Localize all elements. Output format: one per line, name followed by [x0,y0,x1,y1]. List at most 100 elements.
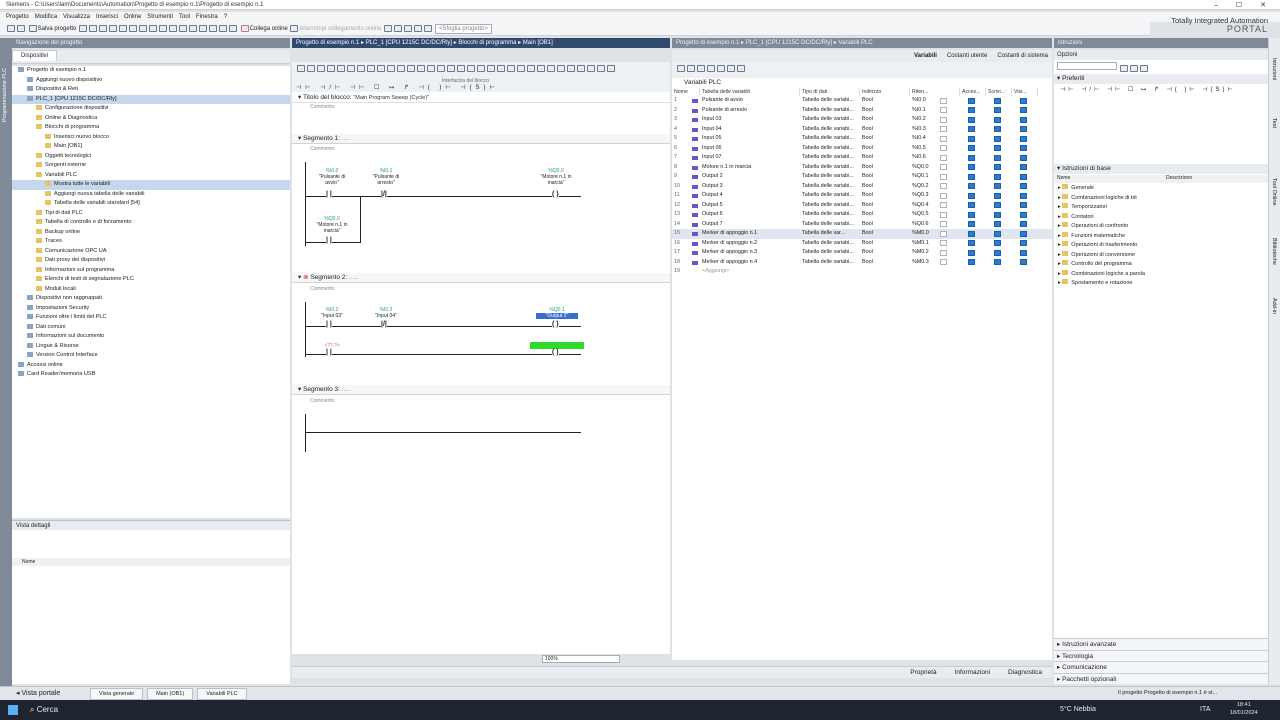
instruction-section[interactable]: ▸ Pacchetti opzionali [1054,672,1268,684]
editor-tool-icon[interactable] [587,65,595,72]
tree-item[interactable]: Funzioni oltre i limiti del PLC [12,313,290,323]
tree-item[interactable]: Impostazioni Security [12,304,290,314]
instruction-folder[interactable]: ▸ Operazioni di conversione [1054,250,1268,261]
tag-checkbox[interactable] [994,97,1001,104]
tag-checkbox[interactable] [968,183,975,189]
editor-tool-icon[interactable] [327,65,335,72]
tag-checkbox[interactable] [968,97,975,104]
tag-checkbox[interactable] [940,116,947,123]
editor-tool-icon[interactable] [447,65,455,72]
tag-checkbox[interactable] [940,154,947,161]
editor-tool-icon[interactable] [577,65,585,72]
segment-2-header[interactable]: ▾ ⊗ Segmento 2: ..... [292,273,670,283]
tree-item[interactable]: Mostra tutte le variabili [12,180,290,190]
table-row[interactable]: 10 Output 3 Tabella delle variabi... Bool %Q… [672,182,1052,192]
tag-checkbox[interactable] [968,107,975,113]
table-row[interactable]: 4 Input 04 Tabella delle variabi... Bool %I0… [672,125,1052,135]
table-row[interactable]: 17 Merker di appoggio n.3 Tabella delle va… [672,248,1052,258]
side-tab[interactable]: Istruzioni [1271,58,1277,80]
tag-checkbox[interactable] [940,211,947,218]
go-online-button[interactable]: Collega online [250,26,288,32]
window-controls[interactable]: – ☐ ✕ [1214,1,1274,9]
inspector-tab[interactable]: Diagnostica [1008,669,1042,676]
table-row[interactable]: 19 <Aggiungi> [672,267,1052,277]
editor-tool-icon[interactable] [537,65,545,72]
editor-tool-icon[interactable] [407,65,415,72]
side-tab[interactable]: Test [1271,118,1277,128]
tags-col-header[interactable]: Scrivi... [986,88,1012,96]
tag-checkbox[interactable] [968,154,975,161]
tag-checkbox[interactable] [1020,192,1027,199]
editor-tool-icon[interactable] [497,65,505,72]
editor-tool-icon[interactable] [417,65,425,72]
editor-tool-icon[interactable] [367,65,375,72]
tags-col-header[interactable]: Tabella delle variabili [700,88,800,96]
table-row[interactable]: 3 Input 03 Tabella delle variabi... Bool %I0… [672,115,1052,125]
tag-checkbox[interactable] [968,259,975,265]
instruction-folder[interactable]: ▸ Operazioni di trasferimento [1054,241,1268,251]
menu-2[interactable]: Visualizza [63,14,90,20]
menu-6[interactable]: Tool [179,14,190,20]
tree-item[interactable]: Dispositivi & Reti [12,85,290,95]
tree-item[interactable]: Aggiungi nuova tabella delle variabili [12,190,290,200]
table-row[interactable]: 6 Input 06 Tabella delle variabi... Bool %I0… [672,144,1052,154]
tag-checkbox[interactable] [994,183,1001,189]
instruction-folder[interactable]: ▸ Combinazioni logiche di bit [1054,193,1268,204]
editor-tool-icon[interactable] [477,65,485,72]
tag-checkbox[interactable] [940,259,947,265]
tag-checkbox[interactable] [968,211,975,218]
inspector-tab[interactable]: Proprietà [910,669,936,676]
editor-tool-icon[interactable] [467,65,475,72]
table-row[interactable]: 16 Merker di appoggio n.2 Tabella delle va… [672,239,1052,249]
tree-item[interactable]: PLC_1 [CPU 1215C DC/DC/Rly] [12,94,290,104]
tag-checkbox[interactable] [994,154,1001,161]
instruction-folder[interactable]: ▸ Combinazioni logiche a parola [1054,269,1268,280]
tags-tab-1[interactable]: Costanti utente [947,53,987,59]
tag-checkbox[interactable] [968,126,975,132]
instruction-section[interactable]: ▸ Tecnologia [1054,649,1268,661]
table-row[interactable]: 2 Pulsante di arresto Tabella delle variab… [672,106,1052,116]
tags-col-header[interactable]: Nome [672,88,700,96]
tags-col-header[interactable]: Tipo di dati [800,88,860,96]
tag-checkbox[interactable] [1020,259,1027,265]
tag-checkbox[interactable] [940,173,947,180]
editor-tool-icon[interactable] [517,65,525,72]
tag-checkbox[interactable] [994,211,1001,218]
tree-item[interactable]: Dati proxy dei dispositivi [12,256,290,266]
tree-item[interactable]: Tabella di controllo e di forzamento [12,218,290,228]
tag-checkbox[interactable] [1020,221,1027,227]
tag-checkbox[interactable] [994,249,1001,256]
tag-checkbox[interactable] [968,116,975,123]
tree-item[interactable]: Informazioni sul programma [12,266,290,276]
tag-checkbox[interactable] [1020,249,1027,256]
tag-checkbox[interactable] [968,221,975,227]
tag-checkbox[interactable] [940,164,947,170]
tree-item[interactable]: Moduli locali [12,285,290,295]
tag-checkbox[interactable] [1020,240,1027,246]
tag-checkbox[interactable] [940,240,947,246]
tag-checkbox[interactable] [968,230,975,237]
new-icon[interactable] [7,24,15,32]
tree-item[interactable]: Version Control Interface [12,351,290,361]
instruction-folder[interactable]: ▸ Contatori [1054,212,1268,223]
tree-item[interactable]: Blocchi di programma [12,123,290,133]
tag-checkbox[interactable] [940,107,947,113]
tag-checkbox[interactable] [968,135,975,142]
tag-checkbox[interactable] [940,135,947,142]
side-tab[interactable]: Tool Online [1271,178,1277,206]
tag-checkbox[interactable] [940,126,947,132]
tag-checkbox[interactable] [968,173,975,180]
tree-item[interactable]: Online & Diagnostica [12,114,290,124]
segment-3-header[interactable]: ▾ Segmento 3: ..... [292,385,670,395]
tags-tab-2[interactable]: Costanti di sistema [997,53,1048,59]
tag-checkbox[interactable] [994,230,1001,237]
editor-tool-icon[interactable] [567,65,575,72]
tree-item[interactable]: Variabili PLC [12,171,290,181]
start-icon[interactable] [8,705,18,715]
editor-tool-icon[interactable] [377,65,385,72]
tree-item[interactable]: Oggetti tecnologici [12,152,290,162]
basic-instructions-header[interactable]: ▾ Istruzioni di base [1054,164,1268,174]
editor-tool-icon[interactable] [357,65,365,72]
menu-4[interactable]: Online [124,14,141,20]
table-row[interactable]: 9 Output 2 Tabella delle variabi... Bool %Q0… [672,172,1052,182]
